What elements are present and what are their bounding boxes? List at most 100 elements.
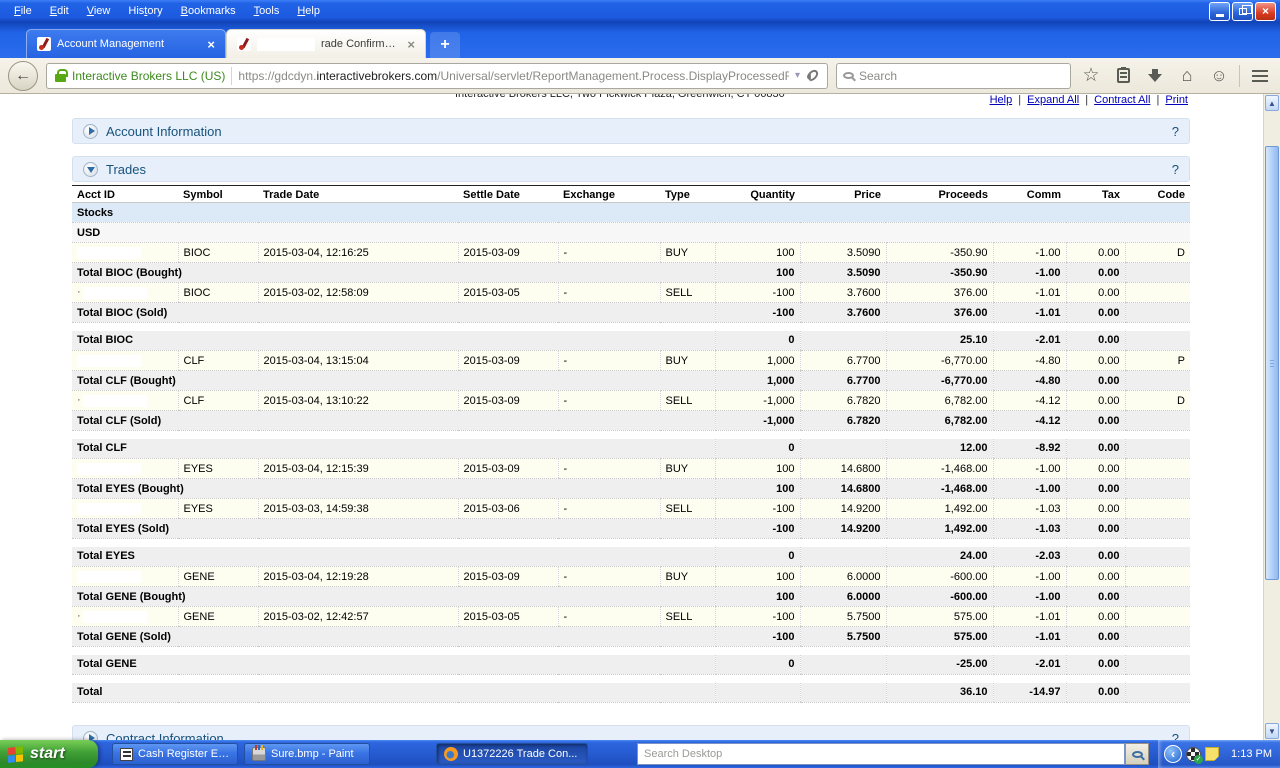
restore-button[interactable] (1232, 2, 1253, 21)
trades-table: Acct IDSymbolTrade DateSettle DateExchan… (72, 185, 1190, 703)
windows-logo-icon (8, 746, 24, 763)
close-button[interactable]: × (1255, 2, 1276, 21)
redacted-account-id (83, 395, 147, 407)
broker-address: Interactive Brokers LLC, Two Pickwick Pl… (455, 94, 785, 100)
help-icon[interactable]: ? (1172, 124, 1179, 139)
start-button[interactable]: start (0, 740, 98, 768)
section-trades[interactable]: Trades ? (72, 156, 1190, 182)
ib-favicon-icon (237, 37, 251, 51)
menu-file[interactable]: File (6, 3, 40, 19)
back-button[interactable]: ← (8, 61, 38, 91)
reload-icon[interactable] (805, 68, 821, 84)
cash-register-icon (120, 748, 133, 761)
table-row: GENE2015-03-04, 12:19:282015-03-09-BUY10… (72, 567, 1190, 587)
window-controls: × (1209, 2, 1280, 21)
divider: | (1150, 94, 1165, 106)
desktop-search-button[interactable] (1125, 743, 1149, 765)
menu-history[interactable]: History (120, 3, 170, 19)
downloads-icon[interactable] (1143, 64, 1167, 88)
vertical-scrollbar[interactable]: ▲ ▼ (1263, 94, 1280, 740)
link-contract-all[interactable]: Contract All (1094, 94, 1150, 106)
table-row: ·GENE2015-03-02, 12:42:572015-03-05-SELL… (72, 607, 1190, 627)
section-title: Account Information (106, 124, 222, 139)
link-print[interactable]: Print (1165, 94, 1188, 106)
column-header: Proceeds (886, 186, 993, 203)
tray-sync-icon[interactable] (1186, 747, 1201, 762)
home-icon[interactable]: ⌂ (1175, 64, 1199, 88)
start-label: start (30, 745, 65, 763)
taskbar-item-firefox[interactable]: U1372226 Trade Con... (436, 743, 588, 765)
url-dropdown-icon[interactable]: ▾ (795, 70, 800, 81)
table-row (72, 431, 1190, 439)
table-row: CLF2015-03-04, 13:15:042015-03-09-BUY1,0… (72, 351, 1190, 371)
bookmark-star-icon[interactable]: ☆ (1079, 64, 1103, 88)
tab-close-icon[interactable]: × (407, 37, 415, 52)
menu-hamburger-icon[interactable] (1248, 64, 1272, 88)
help-icon[interactable]: ? (1172, 731, 1179, 741)
table-row (72, 539, 1190, 547)
column-header: Quantity (715, 186, 800, 203)
scroll-down-icon[interactable]: ▼ (1265, 723, 1279, 739)
menu-help[interactable]: Help (289, 3, 328, 19)
divider: | (1079, 94, 1094, 106)
url-bar[interactable]: Interactive Brokers LLC (US) https://gdc… (46, 63, 828, 89)
column-header: Comm (993, 186, 1066, 203)
link-expand-all[interactable]: Expand All (1027, 94, 1079, 106)
table-row (72, 647, 1190, 655)
table-row: Total EYES (Bought)10014.6800-1,468.00-1… (72, 479, 1190, 499)
table-row: Total BIOC (Bought)1003.5090-350.90-1.00… (72, 263, 1190, 283)
tab-account-management[interactable]: Account Management × (26, 29, 226, 58)
table-row: Total GENE (Sold)-1005.7500575.00-1.010.… (72, 627, 1190, 647)
table-row: Stocks (72, 203, 1190, 223)
column-header: Tax (1066, 186, 1125, 203)
link-help[interactable]: Help (990, 94, 1013, 106)
column-header: Settle Date (458, 186, 558, 203)
help-icon[interactable]: ? (1172, 162, 1179, 177)
section-title: Contract Information (106, 731, 224, 741)
system-tray: ‹ 1:13 PM (1158, 740, 1280, 768)
tray-chevron-icon[interactable]: ‹ (1164, 745, 1182, 763)
tray-note-icon[interactable] (1205, 747, 1219, 761)
redacted-account-id (83, 287, 147, 299)
table-row: Total CLF (Bought)1,0006.7700-6,770.00-4… (72, 371, 1190, 391)
url-text[interactable]: https://gdcdyn.interactivebrokers.com/Un… (238, 69, 789, 83)
table-row: EYES2015-03-04, 12:15:392015-03-09-BUY10… (72, 459, 1190, 479)
browser-window: FileEditViewHistoryBookmarksToolsHelp × … (0, 0, 1280, 768)
windows-taskbar: start Cash Register Expres... Sure.bmp -… (0, 740, 1280, 768)
tab-close-icon[interactable]: × (207, 37, 215, 52)
menu-edit[interactable]: Edit (42, 3, 77, 19)
table-row: USD (72, 223, 1190, 243)
expand-arrow-icon[interactable] (83, 731, 98, 741)
reading-list-icon[interactable] (1111, 64, 1135, 88)
menu-bookmarks[interactable]: Bookmarks (173, 3, 244, 19)
desktop-search-input[interactable] (637, 743, 1125, 765)
column-header: Trade Date (258, 186, 458, 203)
redacted-account-id (77, 355, 141, 367)
new-tab-button[interactable]: + (430, 32, 460, 58)
collapse-arrow-icon[interactable] (83, 162, 98, 177)
taskbar-item-cash-register[interactable]: Cash Register Expres... (112, 743, 238, 765)
section-account-information[interactable]: Account Information ? (72, 118, 1190, 144)
tab-trade-confirmation[interactable]: rade Confirmatio... × (226, 29, 426, 58)
divider: | (1012, 94, 1027, 106)
table-row: Total CLF012.00-8.920.00 (72, 439, 1190, 459)
search-input[interactable] (859, 69, 1064, 83)
redacted-account-id (77, 247, 141, 259)
paint-icon (252, 747, 266, 761)
browser-search-box[interactable] (836, 63, 1071, 89)
menu-view[interactable]: View (79, 3, 119, 19)
navigation-toolbar: ← Interactive Brokers LLC (US) https://g… (0, 58, 1280, 94)
table-row: ·CLF2015-03-04, 13:10:222015-03-09-SELL-… (72, 391, 1190, 411)
expand-arrow-icon[interactable] (83, 124, 98, 139)
section-contract-information[interactable]: Contract Information ? (72, 725, 1190, 740)
feedback-icon[interactable]: ☺ (1207, 64, 1231, 88)
menu-tools[interactable]: Tools (246, 3, 288, 19)
scroll-up-icon[interactable]: ▲ (1265, 95, 1279, 111)
desktop-search (637, 743, 1149, 765)
minimize-button[interactable] (1209, 2, 1230, 21)
taskbar-item-paint[interactable]: Sure.bmp - Paint (244, 743, 370, 765)
scrollbar-thumb[interactable] (1265, 146, 1279, 580)
column-header: Acct ID (72, 186, 178, 203)
site-identity[interactable]: Interactive Brokers LLC (US) (72, 69, 225, 83)
column-header: Symbol (178, 186, 258, 203)
